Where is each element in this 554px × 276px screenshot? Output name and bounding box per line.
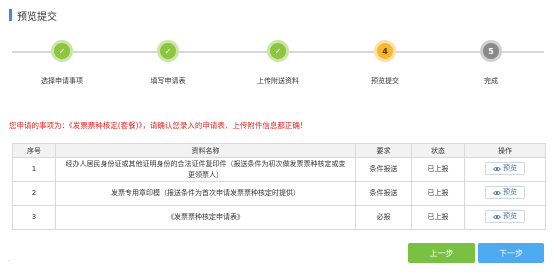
check-icon: ✓	[157, 40, 179, 62]
table-row: 2 发票专用章印模（报送条件为首次申请发票票种核定时提供） 条件报送 已上报 预…	[12, 181, 546, 206]
action-cell: 预览	[464, 157, 546, 182]
step-label: 上传附送资料	[257, 77, 299, 85]
step-label: 填写申请表	[150, 77, 186, 85]
confirmation-notice: 您申请的事项为：《发票票种核定(套餐)》，请确认您录入的申请表、上传附件信息都正…	[9, 121, 303, 130]
step-number-badge: 5	[480, 40, 502, 62]
preview-label: 预览	[503, 212, 517, 221]
step-number-badge: 4	[374, 40, 396, 62]
column-header-name: 资料名称	[55, 143, 356, 158]
document-name: 《发票票种核定申请表》	[55, 205, 356, 230]
preview-button[interactable]: 预览	[485, 162, 525, 176]
table-row: 3 《发票票种核定申请表》 必报 已上报 预览	[12, 205, 546, 230]
column-header-no: 序号	[12, 143, 56, 158]
step-fill-form: ✓ 填写申请表	[113, 40, 223, 86]
footer-dot: .	[8, 256, 10, 263]
status: 已上报	[411, 157, 465, 182]
check-icon: ✓	[51, 40, 73, 62]
status: 已上报	[411, 205, 465, 230]
step-complete: 5 完成	[436, 40, 546, 86]
table-header-row: 序号 资料名称 要求 状态 操作	[12, 143, 546, 158]
requirement: 条件报送	[355, 181, 412, 206]
document-name: 经办人居民身份证或其他证明身份的合法证件复印件（报送条件为初次做发票票种核定或变…	[55, 157, 356, 182]
step-select-item: ✓ 选择申请事项	[7, 40, 117, 86]
action-cell: 预览	[464, 205, 546, 230]
previous-step-button[interactable]: 上一步	[408, 243, 475, 263]
step-label: 完成	[484, 77, 498, 85]
check-icon: ✓	[267, 40, 289, 62]
row-number: 3	[12, 205, 56, 230]
eye-icon	[493, 190, 501, 195]
eye-icon	[493, 166, 501, 171]
table-row: 1 经办人居民身份证或其他证明身份的合法证件复印件（报送条件为初次做发票票种核定…	[12, 157, 546, 182]
preview-button[interactable]: 预览	[485, 210, 525, 224]
page-title-text: 预览提交	[17, 11, 57, 23]
page-title: 预览提交	[9, 8, 57, 23]
column-header-action: 操作	[464, 143, 546, 158]
preview-button[interactable]: 预览	[485, 186, 525, 200]
next-step-button[interactable]: 下一步	[478, 243, 544, 263]
preview-label: 预览	[503, 188, 517, 197]
column-header-status: 状态	[411, 143, 465, 158]
status: 已上报	[411, 181, 465, 206]
step-preview-submit: 4 预览提交	[330, 40, 440, 86]
document-name: 发票专用章印模（报送条件为首次申请发票票种核定时提供）	[55, 181, 356, 206]
eye-icon	[493, 214, 501, 219]
column-header-requirement: 要求	[355, 143, 412, 158]
requirement: 条件报送	[355, 157, 412, 182]
row-number: 1	[12, 157, 56, 182]
row-number: 2	[12, 181, 56, 206]
requirement: 必报	[355, 205, 412, 230]
action-cell: 预览	[464, 181, 546, 206]
title-accent-bar	[9, 9, 12, 21]
step-label: 预览提交	[371, 77, 399, 85]
preview-label: 预览	[503, 164, 517, 173]
step-upload: ✓ 上传附送资料	[223, 40, 333, 86]
step-label: 选择申请事项	[41, 77, 83, 85]
documents-table: 序号 资料名称 要求 状态 操作 1 经办人居民身份证或其他证明身份的合法证件复…	[12, 143, 546, 230]
